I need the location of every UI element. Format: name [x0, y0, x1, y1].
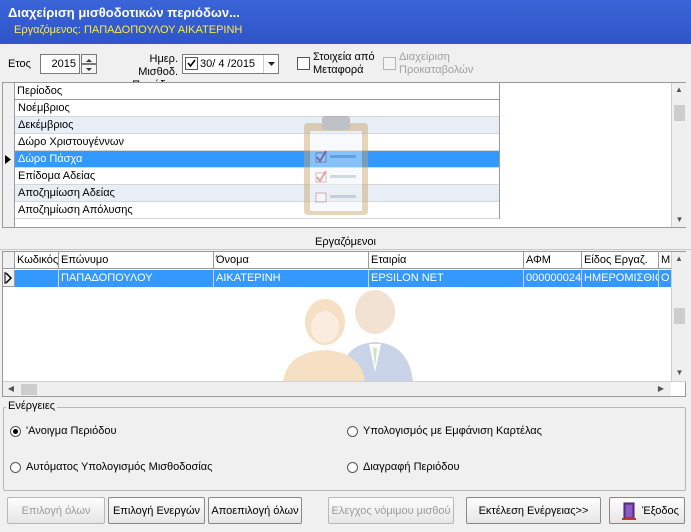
transfer-checkbox[interactable]: [297, 57, 310, 70]
periods-table: Περίοδος Νοέμβριος Δεκέμβριος Δώρο Χριστου…: [15, 83, 499, 219]
actions-group: [3, 407, 686, 491]
periods-table-border: [499, 83, 500, 219]
row-pointer-icon: [5, 155, 12, 167]
payroll-date-value: 30/ 4 /2015: [200, 58, 256, 70]
transfer-label-line1: Στοιχεία από: [313, 51, 375, 63]
window-header: Διαχείριση μισθοδοτικών περιόδων... Εργα…: [0, 0, 691, 44]
payroll-date-picker[interactable]: 30/ 4 /2015: [182, 54, 279, 74]
employees-hscroll-thumb[interactable]: [21, 384, 37, 395]
date-dropdown-button[interactable]: [263, 55, 278, 73]
window-title: Διαχείριση μισθοδοτικών περιόδων...: [8, 5, 240, 20]
scroll-up-icon[interactable]: ▲: [672, 252, 686, 266]
radio-delete-period-label[interactable]: Διαγραφή Περιόδου: [363, 461, 460, 473]
radio-delete-period[interactable]: [347, 462, 358, 473]
period-row[interactable]: Δεκέμβριος: [15, 117, 499, 134]
col-header-name[interactable]: Όνομα: [214, 252, 369, 269]
period-row[interactable]: Δώρο Πάσχα: [15, 151, 499, 168]
periods-scroll-thumb[interactable]: [674, 105, 685, 121]
employees-header-row: Κωδικός Επώνυμο Όνομα Εταιρία ΑΦΜ Είδος …: [3, 252, 673, 269]
row-pointer-icon: [4, 272, 13, 284]
radio-open-period[interactable]: [10, 426, 21, 437]
transfer-label: Στοιχεία από Μεταφορά: [313, 51, 375, 77]
cell-code[interactable]: [15, 270, 59, 287]
period-row[interactable]: Νοέμβριος: [15, 100, 499, 117]
period-row[interactable]: Επίδομα Αδείας: [15, 168, 499, 185]
exit-door-icon: [622, 502, 636, 530]
radio-open-period-label[interactable]: 'Ανοιγμα Περιόδου: [26, 425, 116, 437]
period-row[interactable]: Αποζημίωση Αδείας: [15, 185, 499, 202]
radio-auto-payroll[interactable]: [10, 462, 21, 473]
year-spin-up[interactable]: [81, 54, 97, 64]
exit-button-label: Έξοδος: [642, 505, 679, 517]
scroll-right-icon[interactable]: ▶: [655, 382, 667, 396]
spin-up-icon: [86, 59, 92, 62]
cell-afm[interactable]: 000000024: [524, 270, 582, 287]
cell-surname[interactable]: ΠΑΠΑΔΟΠΟΥΛΟΥ: [59, 270, 214, 287]
advances-checkbox[interactable]: [383, 57, 396, 70]
check-legal-salary-button[interactable]: Ελεγχος νόμιμου μισθού: [328, 497, 454, 524]
employees-grid[interactable]: Κωδικός Επώνυμο Όνομα Εταιρία ΑΦΜ Είδος …: [2, 251, 686, 397]
select-all-button[interactable]: Επιλογή όλων: [7, 497, 105, 524]
cell-employee-type[interactable]: ΗΜΕΡΟΜΙΣΘΙΟ: [582, 270, 659, 287]
dropdown-arrow-icon: [268, 62, 275, 66]
period-row[interactable]: Αποζημίωση Απόλυσης: [15, 202, 499, 219]
clipboard-watermark-icon: [300, 113, 372, 221]
periods-vertical-scrollbar[interactable]: ▲ ▼: [671, 83, 686, 227]
year-label: Ετος: [8, 58, 31, 70]
radio-calc-with-card[interactable]: [347, 426, 358, 437]
advances-label-line1: Διαχείριση: [399, 51, 450, 63]
payroll-date-checkbox[interactable]: [185, 57, 198, 70]
advances-label-line2: Προκαταβολών: [399, 64, 474, 76]
select-active-button[interactable]: Επιλογή Ενεργών: [108, 497, 205, 524]
users-watermark-icon: [281, 282, 416, 385]
employees-section-title: Εργαζόμενοι: [0, 234, 691, 250]
year-spin-down[interactable]: [81, 64, 97, 74]
deselect-all-button[interactable]: Αποεπιλογή όλων: [208, 497, 302, 524]
radio-auto-payroll-label[interactable]: Αυτόματος Υπολογισμός Μισθοδοσίας: [26, 461, 212, 473]
scroll-down-icon[interactable]: ▼: [672, 366, 687, 380]
col-header-company[interactable]: Εταιρία: [369, 252, 524, 269]
actions-group-title: Ενέργειες: [6, 400, 58, 412]
scroll-left-icon[interactable]: ◀: [5, 382, 17, 396]
period-row[interactable]: Δώρο Χριστουγέννων: [15, 134, 499, 151]
year-input[interactable]: 2015: [40, 54, 80, 74]
transfer-label-line2: Μεταφορά: [313, 64, 364, 76]
payroll-date-label-line1: Ημερ. Μισθοδ.: [138, 53, 178, 78]
spin-down-icon: [86, 68, 92, 71]
employees-vscroll-thumb[interactable]: [674, 308, 685, 324]
col-header-surname[interactable]: Επώνυμο: [59, 252, 214, 269]
periods-grid[interactable]: Περίοδος Νοέμβριος Δεκέμβριος Δώρο Χριστου…: [2, 82, 686, 228]
execute-action-button[interactable]: Εκτέλεση Ενέργειας>>: [466, 497, 601, 524]
scroll-down-icon[interactable]: ▼: [672, 213, 687, 227]
col-header-afm[interactable]: ΑΦΜ: [524, 252, 582, 269]
employees-vertical-scrollbar[interactable]: ▲ ▼: [671, 252, 686, 382]
scroll-up-icon[interactable]: ▲: [672, 83, 686, 97]
periods-row-indicator-column: [3, 83, 15, 227]
check-icon: [187, 59, 196, 68]
exit-button[interactable]: Έξοδος: [609, 497, 685, 524]
col-header-code[interactable]: Κωδικός: [15, 252, 59, 269]
employee-row-indicator: [3, 270, 15, 287]
radio-calc-with-card-label[interactable]: Υπολογισμός με Εμφάνιση Καρτέλας: [363, 425, 542, 437]
col-header-employee-type[interactable]: Είδος Εργαζ.: [582, 252, 659, 269]
periods-column-header[interactable]: Περίοδος: [15, 83, 499, 100]
employees-horizontal-scrollbar[interactable]: ◀ ▶: [3, 381, 671, 396]
employees-corner-cell: [3, 252, 15, 269]
advances-label: Διαχείριση Προκαταβολών: [399, 51, 473, 77]
employee-subtitle: Εργαζόμενος: ΠΑΠΑΔΟΠΟΥΛΟΥ ΑΙΚΑΤΕΡΙΝΗ: [14, 24, 243, 36]
